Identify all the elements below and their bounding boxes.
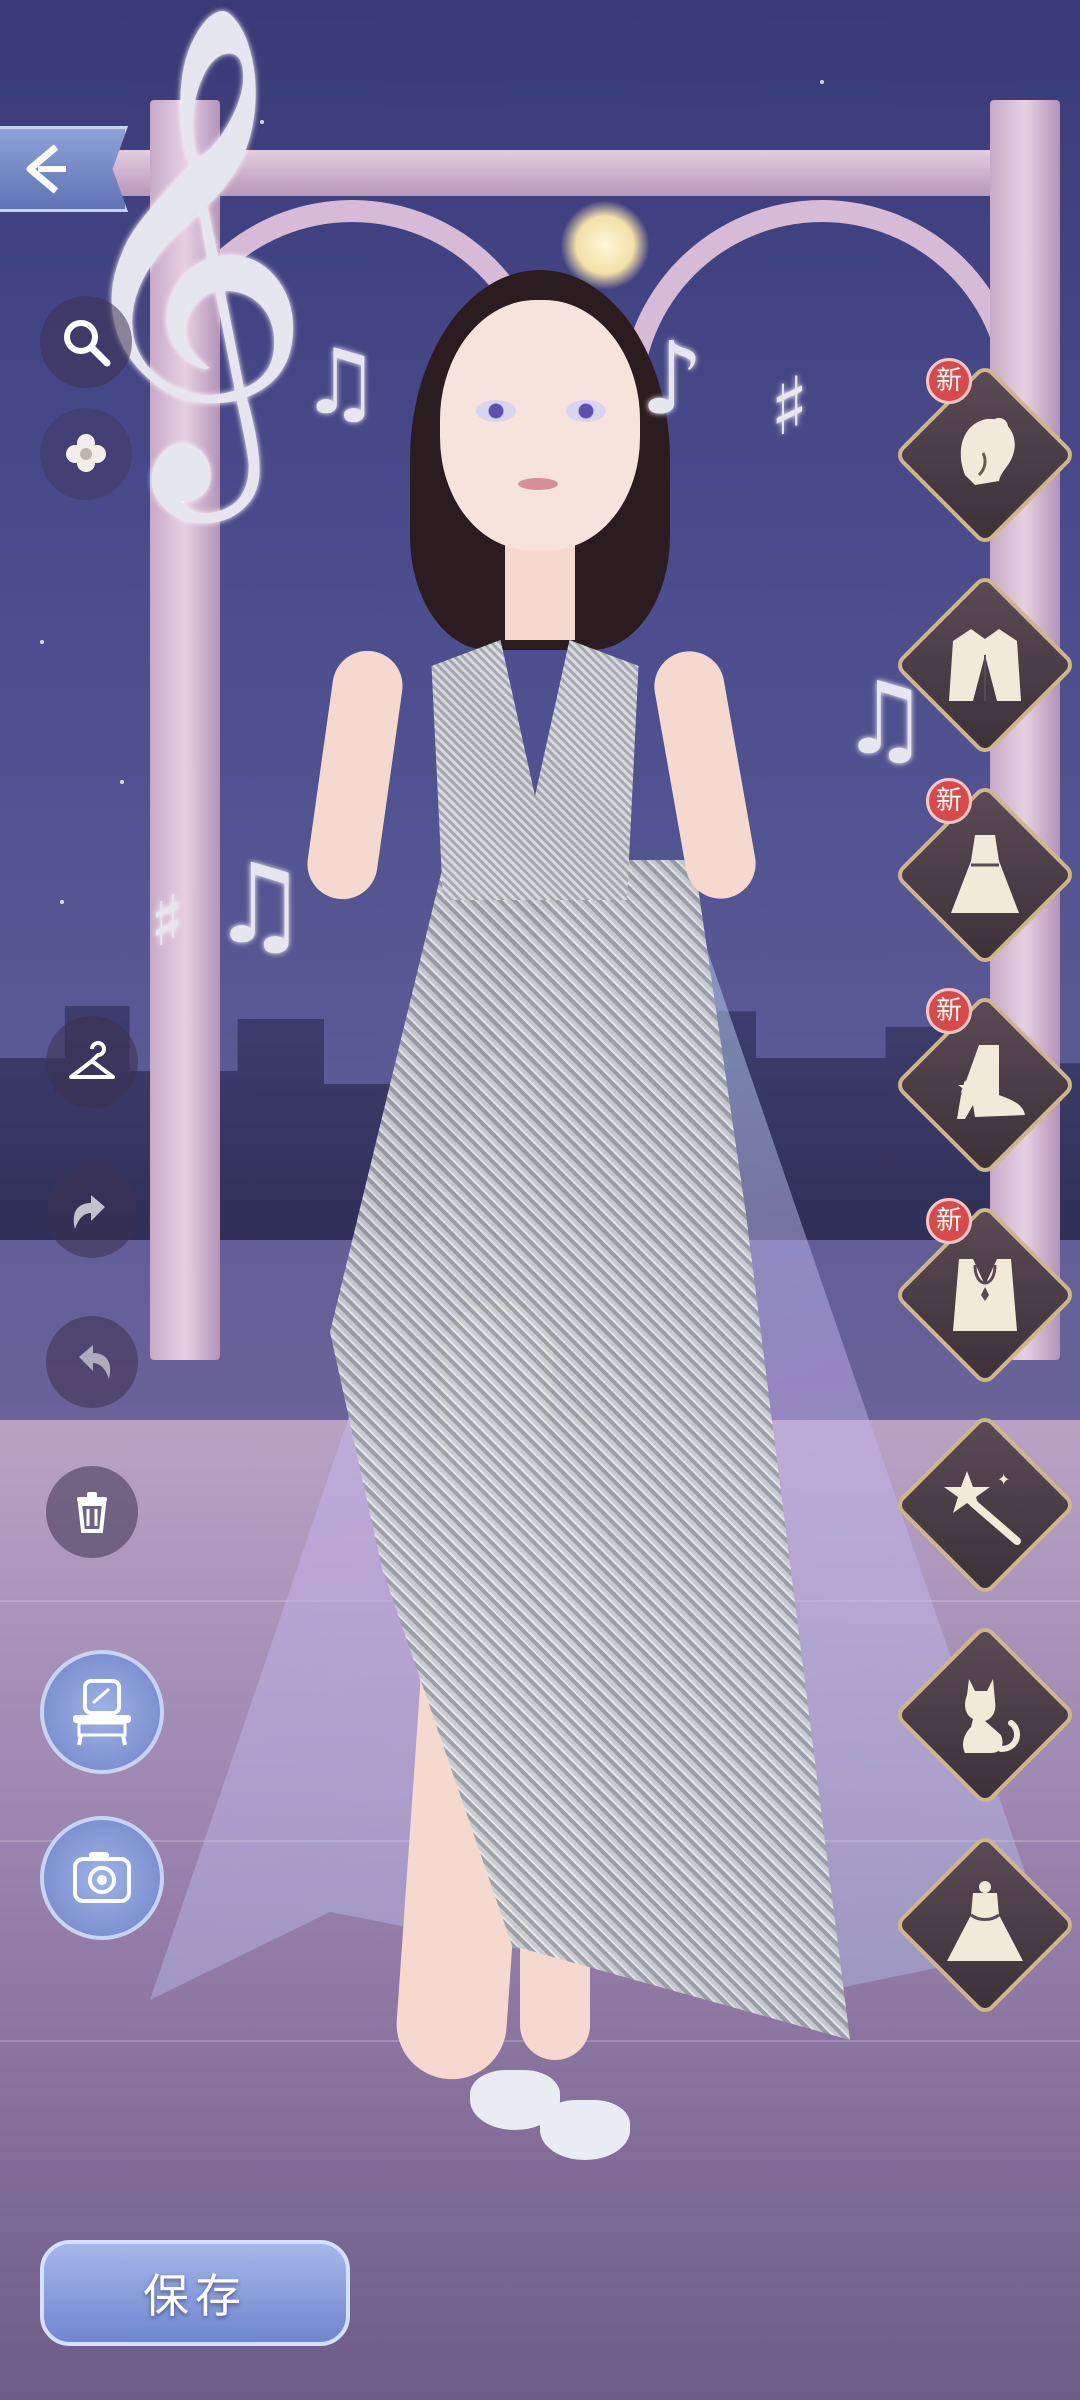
- hairstyle-icon: [960, 418, 1015, 485]
- necklace-icon: [953, 1259, 1017, 1331]
- character-neck: [505, 540, 575, 640]
- category-shoes[interactable]: ★ 新: [893, 988, 1077, 1177]
- new-badge: 新: [926, 358, 972, 404]
- hanger-icon: [69, 1041, 115, 1079]
- music-note-ornament: ♫: [210, 840, 309, 968]
- undo-button[interactable]: [46, 1166, 138, 1258]
- category-full-set[interactable]: [893, 1833, 1077, 2017]
- character-lips: [518, 478, 558, 490]
- redo-icon: [79, 1345, 111, 1379]
- back-button[interactable]: [0, 126, 128, 212]
- dress-icon: [951, 835, 1019, 913]
- character-shoe-right: [540, 2100, 630, 2160]
- category-pet[interactable]: [893, 1623, 1077, 1807]
- redo-button[interactable]: [46, 1316, 138, 1408]
- category-hairstyle[interactable]: 新: [893, 358, 1077, 547]
- jacket-icon: [949, 629, 1021, 701]
- category-outerwear[interactable]: [893, 573, 1077, 757]
- camera-button[interactable]: [40, 1816, 164, 1940]
- svg-text:✦: ✦: [997, 1470, 1010, 1489]
- music-note-ornament: ♪: [640, 320, 704, 437]
- cat-icon: [963, 1679, 1020, 1753]
- gown-icon: [947, 1881, 1023, 1961]
- new-badge: 新: [926, 988, 972, 1034]
- music-sharp-ornament: ♯: [150, 880, 184, 962]
- wardrobe-hanger-button[interactable]: [46, 1016, 138, 1108]
- sequin-bodice: [431, 640, 639, 900]
- delete-button[interactable]: [46, 1466, 138, 1558]
- character-eye-right: [566, 400, 606, 422]
- camera-icon: [73, 1852, 131, 1903]
- decor-flower-button[interactable]: [40, 408, 132, 500]
- svg-text:★: ★: [957, 1077, 973, 1098]
- new-badge: 新: [926, 1198, 972, 1244]
- new-badge: 新: [926, 778, 972, 824]
- boot-icon: ★: [957, 1045, 1025, 1119]
- flower-icon: [66, 434, 106, 472]
- music-note-ornament: ♫: [300, 330, 381, 435]
- save-button[interactable]: 保存: [40, 2240, 350, 2346]
- vanity-button[interactable]: [40, 1650, 164, 1774]
- category-accessory[interactable]: 新: [893, 1198, 1077, 1387]
- vanity-icon: [73, 1679, 131, 1746]
- character-face: [440, 300, 640, 550]
- trash-icon: [77, 1492, 107, 1533]
- wand-icon: ✦: [944, 1470, 1021, 1545]
- undo-icon: [73, 1195, 105, 1229]
- back-arrow-icon: [26, 144, 66, 194]
- character-arm-left: [302, 646, 408, 904]
- category-dress[interactable]: 新: [893, 778, 1077, 967]
- category-handheld[interactable]: ✦: [893, 1413, 1077, 1597]
- character-eye-left: [476, 400, 516, 422]
- zoom-search-button[interactable]: [40, 296, 132, 388]
- dressed-character: 𝄞 ♫ ♪ ♯ ♫ ♫ ♯: [0, 0, 1080, 2400]
- music-sharp-ornament: ♯: [770, 360, 809, 453]
- search-icon: [64, 320, 111, 367]
